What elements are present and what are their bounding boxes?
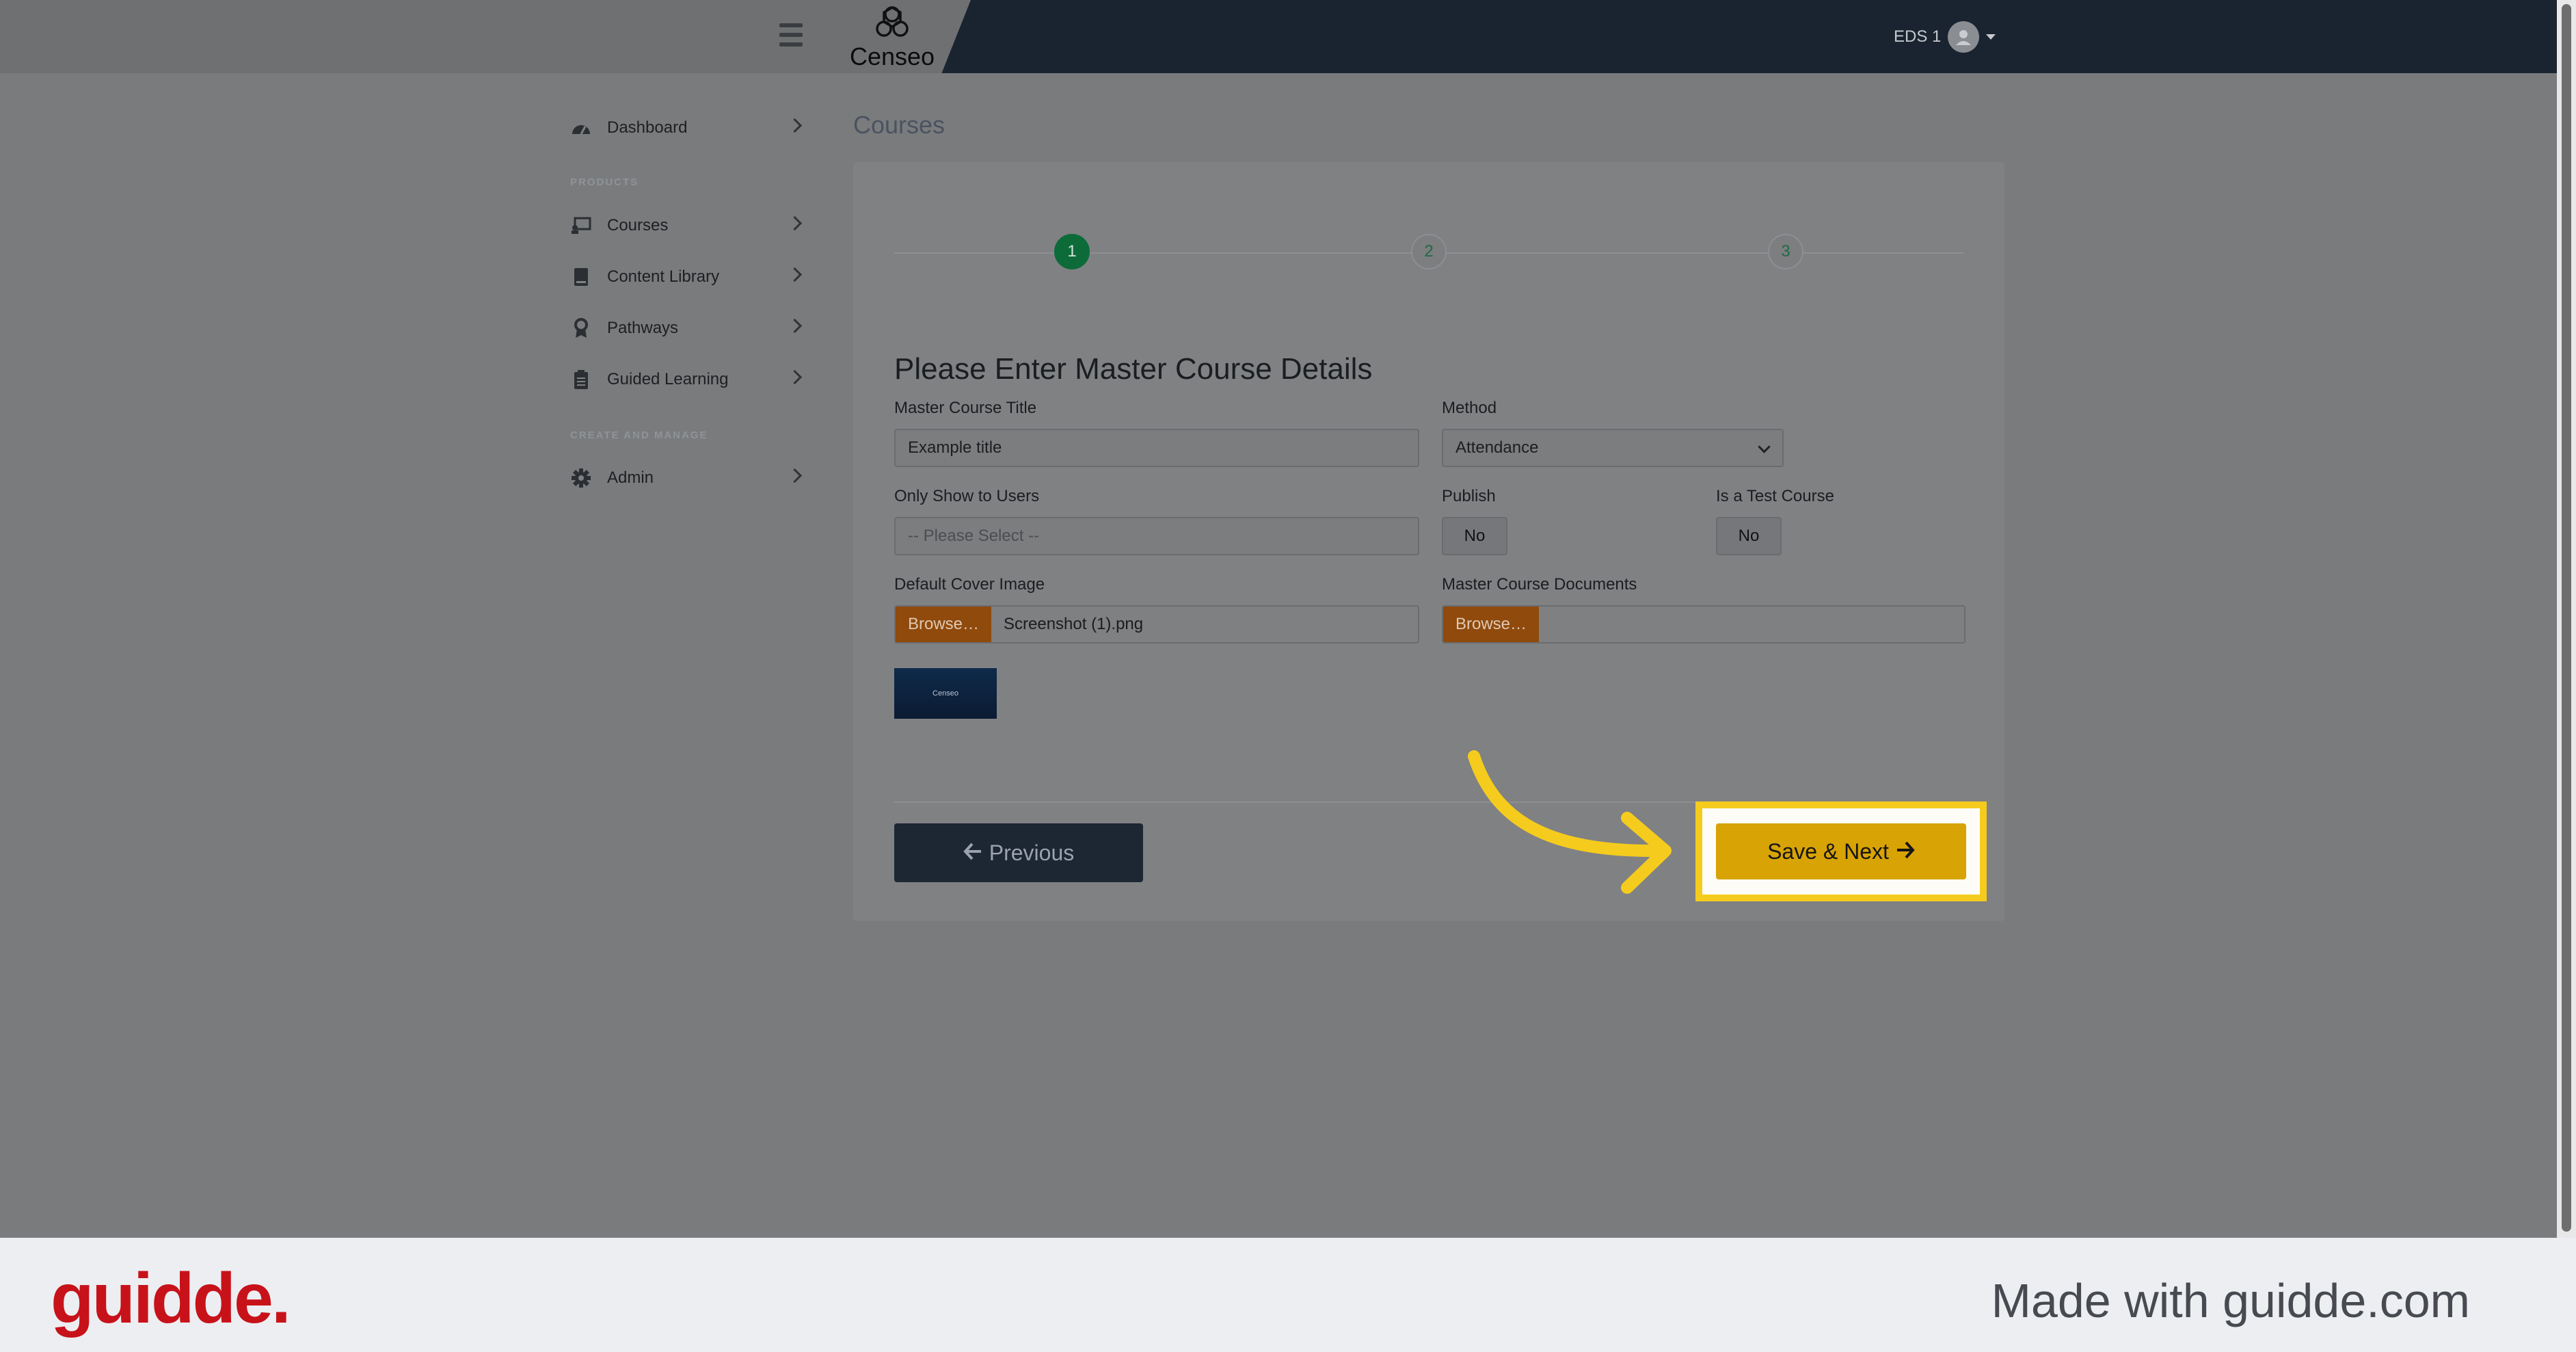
guidde-logo[interactable]: guidde.: [51, 1258, 291, 1340]
gear-icon: [570, 467, 592, 489]
chevron-right-icon: [787, 118, 803, 133]
previous-button-label: Previous: [989, 840, 1075, 865]
thumbnail-logo: Censeo: [933, 689, 958, 698]
sidebar-item-label: Guided Learning: [607, 370, 729, 388]
save-and-next-button[interactable]: Save & Next: [1716, 823, 1966, 879]
master-course-title-label: Master Course Title: [894, 399, 1037, 417]
method-select[interactable]: Attendance: [1442, 429, 1784, 467]
made-with-text: Made with guidde.com: [1991, 1274, 2470, 1327]
publish-toggle[interactable]: No: [1442, 517, 1507, 555]
sidebar-item-label: Admin: [607, 468, 654, 487]
user-menu[interactable]: EDS 1: [1894, 19, 1996, 55]
scrollbar-thumb[interactable]: [2562, 4, 2571, 1232]
step-1[interactable]: 1: [1054, 234, 1090, 269]
cover-browse-button[interactable]: Browse…: [896, 607, 991, 642]
chevron-down-icon: [1758, 440, 1771, 453]
top-navbar: Censeo EDS 1: [0, 0, 2557, 73]
master-course-documents-upload[interactable]: Browse…: [1442, 605, 1965, 644]
is-test-course-label: Is a Test Course: [1716, 487, 1834, 505]
sidebar-item-label: Courses: [607, 216, 669, 235]
arrow-left-icon: [963, 840, 982, 866]
save-and-next-label: Save & Next: [1767, 838, 1889, 864]
master-course-title-input[interactable]: Example title: [894, 429, 1419, 467]
publish-label: Publish: [1442, 487, 1496, 505]
sidebar-item-pathways[interactable]: Pathways: [561, 311, 807, 345]
app-window: Censeo EDS 1 Dashboard PRODUCTS Courses: [0, 0, 2557, 1238]
default-cover-image-upload[interactable]: Browse… Screenshot (1).png: [894, 605, 1419, 644]
user-avatar-icon: [1948, 21, 1980, 53]
clipboard-icon: [570, 369, 592, 390]
sidebar-item-label: Dashboard: [607, 118, 688, 137]
sidebar-item-guided-learning[interactable]: Guided Learning: [561, 362, 807, 397]
sidebar-section-products: PRODUCTS: [570, 176, 639, 188]
sidebar-item-content-library[interactable]: Content Library: [561, 260, 807, 294]
only-show-to-users-label: Only Show to Users: [894, 487, 1040, 505]
hamburger-menu-icon[interactable]: [779, 23, 803, 48]
cover-file-name: Screenshot (1).png: [1004, 615, 1144, 633]
navbar-logo-area: [0, 0, 971, 73]
guidde-footer: guidde. Made with guidde.com: [0, 1238, 2576, 1352]
step-3[interactable]: 3: [1768, 234, 1803, 269]
documents-browse-button[interactable]: Browse…: [1443, 607, 1539, 642]
cover-image-thumbnail: Censeo: [894, 668, 997, 719]
chevron-right-icon: [787, 215, 803, 231]
vertical-scrollbar[interactable]: [2557, 0, 2576, 1238]
form-heading: Please Enter Master Course Details: [894, 352, 1373, 386]
sidebar-section-create-manage: CREATE AND MANAGE: [570, 429, 708, 441]
chevron-right-icon: [787, 267, 803, 282]
book-icon: [570, 266, 592, 288]
chevron-right-icon: [787, 468, 803, 483]
sidebar-item-label: Content Library: [607, 267, 720, 286]
pointer-arrow-icon: [1468, 750, 1672, 894]
sidebar-item-admin[interactable]: Admin: [561, 461, 807, 495]
arrow-right-icon: [1896, 839, 1915, 864]
chevron-right-icon: [787, 369, 803, 385]
sidebar-item-label: Pathways: [607, 319, 679, 337]
user-name: EDS 1: [1894, 27, 1942, 46]
only-show-to-users-select[interactable]: -- Please Select --: [894, 517, 1419, 555]
logo-text: Censeo: [849, 42, 935, 70]
method-label: Method: [1442, 399, 1497, 417]
dashboard-gauge-icon: [570, 117, 592, 139]
sidebar-item-dashboard[interactable]: Dashboard: [561, 111, 807, 145]
award-icon: [570, 317, 592, 339]
is-test-course-toggle[interactable]: No: [1716, 517, 1782, 555]
master-course-documents-label: Master Course Documents: [1442, 575, 1637, 594]
sidebar-item-courses[interactable]: Courses: [561, 209, 807, 243]
courses-icon: [570, 215, 592, 237]
chevron-down-icon: [1986, 34, 1996, 40]
method-select-value: Attendance: [1455, 438, 1539, 457]
logo-hexagons-icon: [876, 5, 909, 37]
chevron-right-icon: [787, 318, 803, 334]
page-title: Courses: [853, 111, 945, 139]
censeo-logo[interactable]: Censeo: [848, 5, 937, 70]
default-cover-image-label: Default Cover Image: [894, 575, 1045, 594]
previous-button[interactable]: Previous: [894, 823, 1143, 882]
step-2[interactable]: 2: [1411, 234, 1447, 269]
